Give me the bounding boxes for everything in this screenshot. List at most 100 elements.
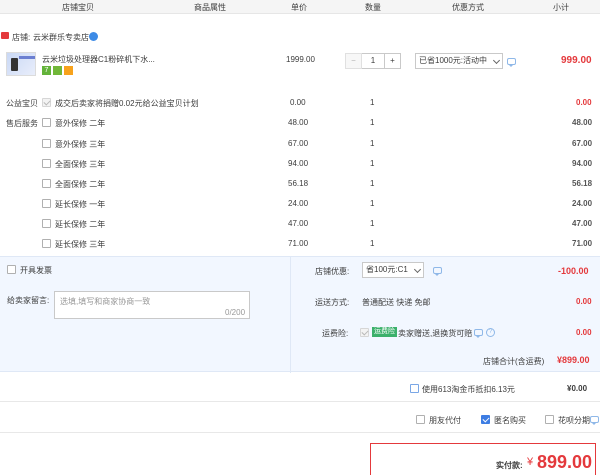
message-textarea[interactable]: 选填,填写和商家协商一致 0/200 <box>54 291 250 319</box>
thumb-device-icon <box>11 58 18 71</box>
coupon-info-icon[interactable] <box>433 267 442 276</box>
options-row: 朋友代付 匿名购买 花呗分期 <box>0 410 600 428</box>
header-price: 单价 <box>291 3 307 12</box>
service-subtotal: 24.00 <box>572 199 593 208</box>
help-icon[interactable]: ? <box>486 328 495 337</box>
service-checkbox[interactable] <box>42 239 51 248</box>
header-qty: 数量 <box>365 3 381 12</box>
service-qty: 1 <box>370 199 375 208</box>
service-row: 意外保修 二年 48.00 1 48.00 <box>0 116 600 130</box>
charity-label: 公益宝贝 <box>6 99 38 108</box>
friend-pay-checkbox[interactable] <box>416 415 425 424</box>
service-price: 47.00 <box>288 219 309 228</box>
delivery-amount: 0.00 <box>576 297 592 306</box>
service-checkbox[interactable] <box>42 118 51 127</box>
service-checkbox[interactable] <box>42 219 51 228</box>
charity-row: 公益宝贝 成交后卖家将捐赠0.02元给公益宝贝计划 0.00 1 0.00 <box>0 96 600 110</box>
product-row: 云米垃圾处理器C1粉碎机下水... 7 1999.00 − 1 + 已省1000… <box>0 50 600 86</box>
service-row: 意外保修 三年 67.00 1 67.00 <box>0 137 600 151</box>
insurance-info-icon[interactable] <box>474 329 483 338</box>
service-subtotal: 67.00 <box>572 139 593 148</box>
service-name: 延长保修 二年 <box>55 220 106 229</box>
order-details-panel: 开具发票 店铺优惠: 省100元:C1 -100.00 给卖家留言: 选填,填写… <box>0 256 600 373</box>
friend-pay-label: 朋友代付 <box>429 416 461 425</box>
charity-subtotal: 0.00 <box>576 98 592 107</box>
installment-label: 花呗分期 <box>558 416 590 425</box>
service-price: 71.00 <box>288 239 309 248</box>
message-placeholder: 选填,填写和商家协商一致 <box>60 297 151 306</box>
service-name: 全面保修 三年 <box>55 160 106 169</box>
service-row: 全面保修 二年 56.18 1 56.18 <box>0 177 600 191</box>
service-subtotal: 56.18 <box>572 179 593 188</box>
service-price: 24.00 <box>288 199 309 208</box>
service-name: 延长保修 三年 <box>55 240 106 249</box>
product-price: 1999.00 <box>286 55 315 64</box>
payment-currency: ¥ <box>527 456 534 468</box>
header-shop-item: 店铺宝贝 <box>62 3 94 12</box>
delivery-value: 普通配送 快递 免邮 <box>362 298 431 307</box>
insurance-checkbox <box>360 328 369 337</box>
product-subtotal: 999.00 <box>561 55 592 66</box>
table-header: 店铺宝贝 商品属性 单价 数量 优惠方式 小计 <box>0 0 600 14</box>
coins-row: 使用613淘金币抵扣6.13元 ¥0.00 <box>0 378 600 398</box>
payment-label: 实付款: <box>496 461 523 470</box>
installment-checkbox[interactable] <box>545 415 554 424</box>
service-row: 延长保修 三年 71.00 1 71.00 <box>0 237 600 251</box>
charity-checkbox <box>42 98 51 107</box>
product-name-link[interactable]: 云米垃圾处理器C1粉碎机下水... <box>42 54 155 65</box>
product-thumbnail[interactable] <box>6 52 36 76</box>
invoice-checkbox[interactable] <box>7 265 16 274</box>
service-name: 意外保修 三年 <box>55 140 106 149</box>
shop-total-amount: ¥899.00 <box>557 355 590 365</box>
service-qty: 1 <box>370 179 375 188</box>
left-divider <box>290 257 291 373</box>
shop-row: 店铺: 云米群乐专卖店 <box>0 28 600 44</box>
service-name: 延长保修 一年 <box>55 200 106 209</box>
service-subtotal: 47.00 <box>572 219 593 228</box>
service-qty: 1 <box>370 139 375 148</box>
anonymous-label: 匿名购买 <box>494 416 526 425</box>
discount-select[interactable]: 已省1000元:活动中 <box>415 53 503 69</box>
quantity-input[interactable]: 1 <box>362 53 384 69</box>
shop-coupon-value: 省100元:C1 <box>366 265 408 274</box>
invoice-label: 开具发票 <box>20 266 52 275</box>
payment-summary-box: 实付款: ¥ 899.00 <box>370 443 596 475</box>
service-checkbox[interactable] <box>42 139 51 148</box>
charity-qty: 1 <box>370 98 375 107</box>
service-price: 48.00 <box>288 118 309 127</box>
coins-checkbox[interactable] <box>410 384 419 393</box>
anonymous-checkbox[interactable] <box>481 415 490 424</box>
service-subtotal: 71.00 <box>572 239 593 248</box>
service-qty: 1 <box>370 159 375 168</box>
service-checkbox[interactable] <box>42 159 51 168</box>
service-name: 全面保修 二年 <box>55 180 106 189</box>
service-price: 56.18 <box>288 179 309 188</box>
installment-info-icon[interactable] <box>590 416 599 425</box>
service-checkbox[interactable] <box>42 179 51 188</box>
thumb-banner <box>19 56 35 59</box>
service-row: 延长保修 二年 47.00 1 47.00 <box>0 217 600 231</box>
quantity-plus-button[interactable]: + <box>384 53 401 69</box>
discount-info-icon[interactable] <box>507 58 516 67</box>
shop-coupon-label: 店铺优惠: <box>315 267 350 276</box>
header-subtotal: 小计 <box>553 3 569 12</box>
message-counter: 0/200 <box>225 308 246 317</box>
insurance-label: 运费险: <box>322 329 349 338</box>
seven-day-badge: 7 <box>42 66 51 75</box>
service-price: 67.00 <box>288 139 309 148</box>
service-qty: 1 <box>370 219 375 228</box>
header-props: 商品属性 <box>194 3 226 12</box>
quantity-minus-button[interactable]: − <box>345 53 362 69</box>
shop-total-label: 店铺合计(含运费) <box>483 357 545 366</box>
chevron-down-icon <box>413 265 422 274</box>
charity-price: 0.00 <box>290 98 306 107</box>
service-row: 全面保修 三年 94.00 1 94.00 <box>0 157 600 171</box>
wangwang-icon[interactable] <box>89 32 98 41</box>
shop-coupon-amount: -100.00 <box>558 266 589 276</box>
message-label: 给卖家留言: <box>7 296 50 305</box>
coins-label: 使用613淘金币抵扣6.13元 <box>422 385 515 394</box>
service-checkbox[interactable] <box>42 199 51 208</box>
shop-name-link[interactable]: 云米群乐专卖店 <box>33 32 89 43</box>
shop-label: 店铺: <box>12 33 31 42</box>
shop-coupon-select[interactable]: 省100元:C1 <box>362 262 424 278</box>
